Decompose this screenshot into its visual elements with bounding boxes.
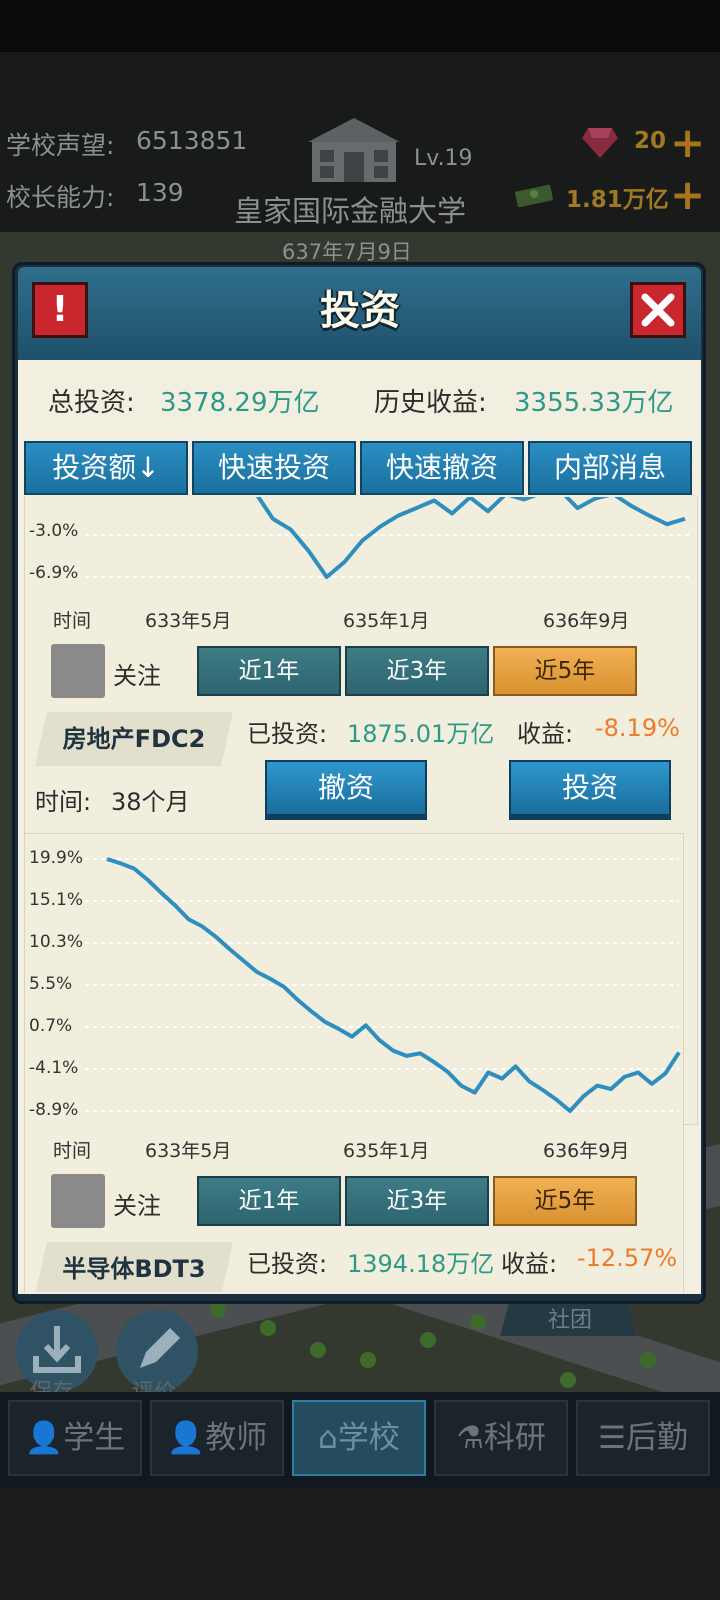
add-gem-icon[interactable]: + [670, 122, 705, 164]
profit-label: 收益: [501, 1250, 558, 1278]
time-value: 38个月 [111, 788, 190, 816]
y-tick-label: 0.7% [29, 1016, 73, 1036]
y-tick-label: 15.1% [29, 890, 84, 910]
profit-value: -12.57% [577, 1244, 678, 1272]
x-tick-label: 635年1月 [343, 1140, 430, 1162]
follow-label: 关注 [113, 662, 161, 690]
system-footer [0, 1488, 720, 1600]
profit-label: 收益: [517, 720, 574, 748]
range-3y-button[interactable]: 近3年 [345, 1176, 489, 1226]
student-icon: 👤 [24, 1420, 64, 1456]
money-icon [514, 180, 554, 208]
invest-button[interactable]: 投资 [509, 760, 671, 816]
y-tick-label: 19.9% [29, 848, 84, 868]
reputation-label: 学校声望: [6, 131, 115, 160]
close-button[interactable] [630, 282, 686, 338]
follow-checkbox[interactable] [51, 1174, 105, 1228]
total-invest-label: 总投资: [48, 388, 135, 418]
y-tick-label: -4.1% [29, 1058, 79, 1078]
x-axis-title: 时间 [53, 1140, 92, 1162]
x-tick-label: 633年5月 [145, 1140, 232, 1162]
school-building-icon[interactable] [300, 112, 408, 184]
invested-label: 已投资: [247, 720, 328, 748]
gem-count: 20 [634, 128, 667, 154]
profit-value: -8.19% [595, 714, 680, 742]
x-tick-label: 635年1月 [343, 610, 430, 632]
withdraw-button[interactable]: 撤资 [265, 760, 427, 816]
y-tick-label: 10.3% [29, 932, 84, 952]
tab-sort-amount[interactable]: 投资额↓ [24, 441, 188, 495]
nav-research[interactable]: ⚗科研 [434, 1400, 568, 1476]
range-5y-button[interactable]: 近5年 [493, 1176, 637, 1226]
range-3y-button[interactable]: 近3年 [345, 646, 489, 696]
gem-icon [582, 128, 618, 158]
add-money-icon[interactable]: + [670, 174, 705, 216]
tab-quick-withdraw[interactable]: 快速撤资 [360, 441, 524, 495]
nav-label: 科研 [483, 1420, 546, 1456]
nav-label: 教师 [205, 1420, 268, 1456]
y-tick-label: -8.9% [29, 1100, 79, 1120]
x-axis-title: 时间 [53, 610, 92, 632]
nav-label: 后勤 [625, 1420, 688, 1456]
nav-students[interactable]: 👤学生 [8, 1400, 142, 1476]
invested-value: 1394.18万亿 [347, 1250, 495, 1278]
range-1y-button[interactable]: 近1年 [197, 646, 341, 696]
ability-label: 校长能力: [6, 183, 115, 212]
x-tick-label: 633年5月 [145, 610, 232, 632]
school-level: Lv.19 [414, 146, 473, 171]
teacher-icon: 👤 [166, 1420, 206, 1456]
money-amount: 1.81万亿 [566, 187, 669, 213]
series-line [255, 497, 686, 579]
stock-chart [85, 497, 693, 579]
y-tick-label: -3.0% [29, 521, 79, 541]
x-tick-label: 636年9月 [543, 610, 630, 632]
follow-label: 关注 [113, 1192, 161, 1220]
nav-logistics[interactable]: ☰后勤 [576, 1400, 710, 1476]
ability-value: 139 [136, 178, 184, 207]
invested-label: 已投资: [247, 1250, 328, 1278]
nav-school[interactable]: ⌂学校 [292, 1400, 426, 1476]
stock-name: 房地产FDC2 [35, 712, 233, 766]
range-1y-button[interactable]: 近1年 [197, 1176, 341, 1226]
follow-checkbox[interactable] [51, 644, 105, 698]
x-tick-label: 636年9月 [543, 1140, 630, 1162]
tab-insider-news[interactable]: 内部消息 [528, 441, 692, 495]
close-icon [641, 293, 675, 327]
tab-quick-invest[interactable]: 快速投资 [192, 441, 356, 495]
reputation-value: 6513851 [136, 126, 248, 155]
stock-list[interactable]: -3.0% -6.9% 时间 633年5月 635年1月 636年9月 关注 近… [22, 497, 698, 1292]
school-name: 皇家国际金融大学 [234, 194, 467, 228]
stock-chart [85, 857, 681, 1113]
dialog-title: 投资 [320, 288, 400, 334]
history-profit-value: 3355.33万亿 [514, 388, 674, 418]
y-tick-label: -6.9% [29, 563, 79, 583]
clipboard-icon: ☰ [598, 1420, 626, 1456]
total-invest-value: 3378.29万亿 [160, 388, 320, 418]
time-label: 时间: [35, 788, 92, 816]
alert-icon[interactable]: ! [32, 282, 88, 338]
stock-card: 19.9% 15.1% 10.3% 5.5% 0.7% -4.1% -8.9% … [24, 833, 684, 1292]
range-5y-button[interactable]: 近5年 [493, 646, 637, 696]
invested-value: 1875.01万亿 [347, 720, 495, 748]
stock-name: 半导体BDT3 [35, 1242, 233, 1292]
school-icon: ⌂ [318, 1420, 338, 1456]
nav-teachers[interactable]: 👤教师 [150, 1400, 284, 1476]
flask-icon: ⚗ [456, 1420, 484, 1456]
history-profit-label: 历史收益: [374, 388, 487, 418]
y-tick-label: 5.5% [29, 974, 73, 994]
club-label: 社团 [548, 1308, 593, 1333]
nav-label: 学生 [63, 1420, 126, 1456]
nav-label: 学校 [337, 1420, 400, 1456]
